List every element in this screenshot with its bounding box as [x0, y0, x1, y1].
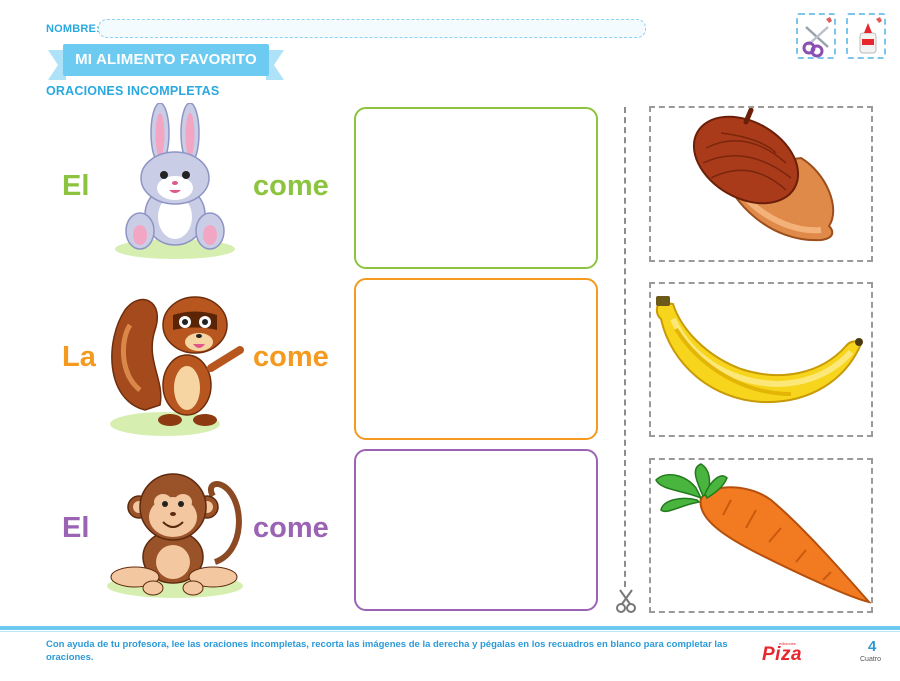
monkey-image	[95, 462, 255, 611]
acorn-image	[692, 107, 835, 242]
footer-divider	[0, 626, 900, 630]
rabbit-image	[110, 102, 240, 266]
carrot-card[interactable]	[649, 458, 873, 613]
acorn-card[interactable]	[649, 106, 873, 262]
page-number: 4	[868, 638, 877, 655]
cut-line	[624, 107, 626, 587]
verb-word: come	[253, 170, 329, 202]
scissors-tool-box	[796, 13, 836, 59]
footer-divider-thin	[0, 631, 900, 632]
article-word: El	[62, 170, 90, 202]
article-word: El	[62, 512, 90, 544]
page-title: MI ALIMENTO FAVORITO	[63, 44, 269, 76]
answer-box[interactable]	[354, 449, 598, 611]
banana-card[interactable]	[649, 282, 873, 437]
banana-image	[655, 296, 863, 404]
verb-word: come	[253, 341, 329, 373]
brand-logo: Piza	[762, 644, 803, 665]
name-field[interactable]	[98, 19, 646, 38]
carrot-image	[655, 463, 872, 604]
answer-box[interactable]	[354, 278, 598, 440]
scissors-icon	[802, 17, 832, 58]
title-ribbon: MI ALIMENTO FAVORITO	[48, 44, 284, 80]
glue-icon	[859, 17, 882, 54]
name-label: NOMBRE:	[46, 23, 100, 35]
verb-word: come	[253, 512, 329, 544]
page-number-word: Cuatro	[860, 656, 882, 663]
scissors-icon	[614, 588, 638, 619]
squirrel-image	[105, 280, 245, 445]
instructions-text: Con ayuda de tu profesora, lee las oraci…	[46, 639, 728, 663]
answer-box[interactable]	[354, 107, 598, 269]
page-subtitle: ORACIONES INCOMPLETAS	[46, 84, 220, 98]
article-word: La	[62, 341, 96, 373]
glue-tool-box	[846, 13, 886, 59]
